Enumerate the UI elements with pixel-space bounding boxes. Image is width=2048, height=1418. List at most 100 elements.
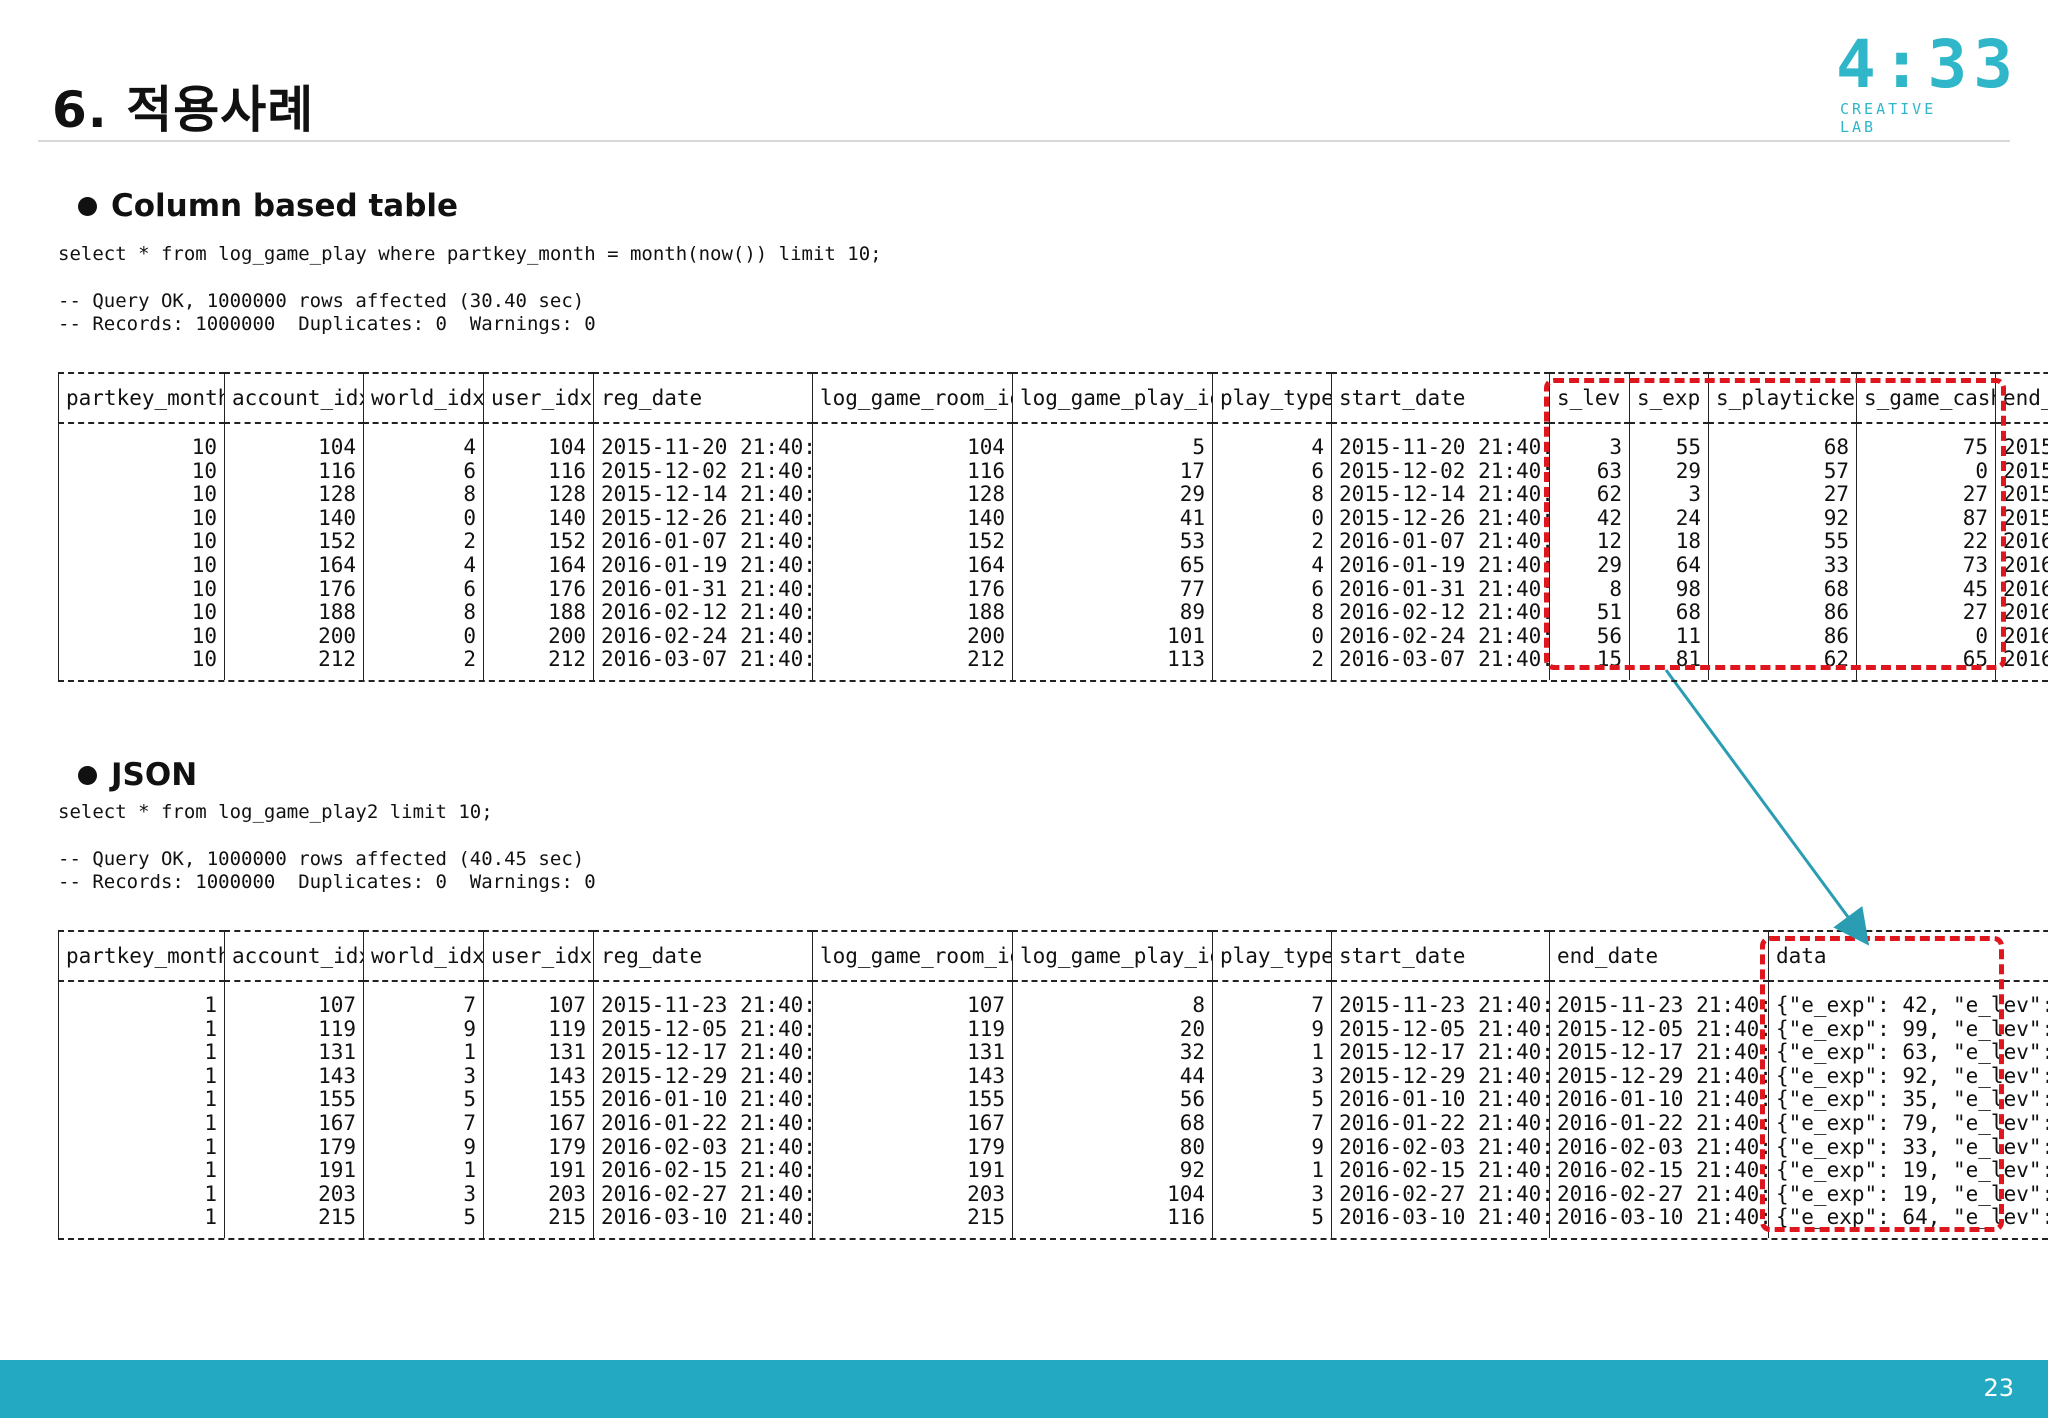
table-cell: 179 (224, 1135, 364, 1160)
table-cell: 8 (1212, 483, 1332, 507)
company-logo: 4:33 CREATIVE LAB (1836, 32, 2013, 137)
table-cell: 2016-03-10 21:40:58 (593, 1206, 813, 1238)
footer-bar: 23 (0, 1360, 2048, 1418)
table-cell: 2016-01-31 21:40:58 (593, 577, 813, 602)
table-cell: 2 (1212, 530, 1332, 554)
table-cell: 1 (58, 1088, 225, 1112)
highlight-box-json (1760, 936, 2004, 1232)
table-cell: 2015-11-23 21:40:58 (593, 981, 813, 1018)
bullet-dot (78, 765, 97, 785)
table-cell: 179 (812, 1135, 1013, 1160)
table-cell: 107 (483, 981, 594, 1018)
section1-query: select * from log_game_play where partke… (58, 243, 882, 265)
table-cell: 128 (812, 483, 1013, 507)
table-cell: 128 (483, 483, 594, 507)
table-cell: 131 (483, 1041, 594, 1065)
table-cell: 1 (58, 1135, 225, 1160)
table-cell: 203 (483, 1182, 594, 1207)
table-cell: 2016-02-03 21:40:58 (593, 1135, 813, 1160)
slide-title: 6. 적용사례 (52, 81, 315, 139)
table-cell: 6 (1212, 577, 1332, 602)
table-cell: 2016-03-07 21:40:58 (593, 648, 813, 680)
table-cell: 44 (1012, 1064, 1213, 1089)
section2-query: select * from log_game_play2 limit 10; (58, 801, 493, 823)
table-cell: 2016-02-12 21:40:58 (1331, 601, 1550, 625)
table-cell: 2016-02-03 21:40:58 (1549, 1135, 1769, 1160)
table-cell: 5 (1212, 1206, 1332, 1238)
table-cell: 2015-12-14 21:40:58 (1331, 483, 1550, 507)
table-cell: 20 (1012, 1017, 1213, 1042)
table-cell: 2016-02-24 21:40:58 (1331, 624, 1550, 649)
table-cell: 107 (812, 981, 1013, 1018)
table-cell: 77 (1012, 577, 1213, 602)
table-cell: 5 (363, 1088, 484, 1112)
table-cell: 2015-12-26 21:40:58 (1331, 506, 1550, 531)
table-cell: 191 (812, 1159, 1013, 1183)
table-cell: 3 (363, 1182, 484, 1207)
table-cell: 140 (812, 506, 1013, 531)
table-cell: 128 (224, 483, 364, 507)
table-cell: 188 (483, 601, 594, 625)
table-cell: 104 (483, 423, 594, 460)
table-cell: 2 (1212, 648, 1332, 680)
table-cell: 10 (58, 553, 225, 578)
table-cell: 2015-12-17 21:40:58 (1331, 1041, 1550, 1065)
table-row: 121552152016-03-10 21:40:5821511652016-0… (58, 1206, 2048, 1238)
table-cell: 2016-02-24 21:40:58 (593, 624, 813, 649)
column-header: account_idx (224, 931, 364, 981)
column-header: account_idx (224, 373, 364, 423)
table-row: 119111912016-02-15 21:40:581919212016-02… (58, 1159, 2048, 1183)
column-header: user_idx (483, 373, 594, 423)
table-row: 117991792016-02-03 21:40:581798092016-02… (58, 1135, 2048, 1160)
table-cell: 167 (224, 1111, 364, 1136)
table-cell: 212 (483, 648, 594, 680)
table-cell: 10 (58, 459, 225, 484)
table-cell: 2016-02-27 21:40:58 (593, 1182, 813, 1207)
table-cell: 2015-12-05 21:40:58 (593, 1017, 813, 1042)
table-row: 116771672016-01-22 21:40:581676872016-01… (58, 1111, 2048, 1136)
table-row: 114331432015-12-29 21:40:581434432015-12… (58, 1064, 2048, 1089)
table-cell: 1 (58, 1041, 225, 1065)
table-cell: 164 (483, 553, 594, 578)
table-cell: 7 (363, 1111, 484, 1136)
table-cell: 9 (363, 1135, 484, 1160)
table-cell: 212 (812, 648, 1013, 680)
table-cell: 2016-03-07 21:40:58 (1331, 648, 1550, 680)
table-cell: 56 (1012, 1088, 1213, 1112)
table-cell: 2015-12-02 21:40:58 (1331, 459, 1550, 484)
table-cell: 2016-01-19 21:40:58 (593, 553, 813, 578)
table-cell: 152 (483, 530, 594, 554)
section1-heading: Column based table (78, 188, 458, 224)
table-cell: 9 (1212, 1135, 1332, 1160)
table-cell: 2016-01-19 21:40:58 (1331, 553, 1550, 578)
table-cell: 215 (812, 1206, 1013, 1238)
table-cell: 2 (363, 648, 484, 680)
table-cell: 1 (1212, 1041, 1332, 1065)
column-header: log_game_play_idx (1012, 931, 1213, 981)
table-cell: 2016-01-22 21:40:58 (593, 1111, 813, 1136)
table-cell: 9 (1212, 1017, 1332, 1042)
table-cell: 7 (1212, 981, 1332, 1018)
table-cell: 2015-11-20 21:40:58 (593, 423, 813, 460)
section1-result-line1: -- Query OK, 1000000 rows affected (30.4… (58, 290, 585, 312)
table-cell: 200 (224, 624, 364, 649)
column-header: play_type (1212, 931, 1332, 981)
table-cell: 104 (224, 423, 364, 460)
table-cell: 215 (224, 1206, 364, 1238)
table-cell: 107 (224, 981, 364, 1018)
table-cell: 68 (1012, 1111, 1213, 1136)
table-row: 111991192015-12-05 21:40:581192092015-12… (58, 1017, 2048, 1042)
table-cell: 2016-02-15 21:40:58 (1331, 1159, 1550, 1183)
table-cell: 5 (1012, 423, 1213, 460)
table-cell: 116 (483, 459, 594, 484)
table-cell: 3 (363, 1064, 484, 1089)
table-cell: 7 (1212, 1111, 1332, 1136)
table-cell: 8 (363, 483, 484, 507)
table-cell: 2016-01-22 21:40:58 (1549, 1111, 1769, 1136)
table-cell: 2016-01-07 21:40:58 (1331, 530, 1550, 554)
table-cell: 2015-11-23 21:40:58 (1549, 981, 1769, 1018)
table-cell: 119 (483, 1017, 594, 1042)
table-cell: 10 (58, 577, 225, 602)
table-cell: 152 (812, 530, 1013, 554)
table-cell: 104 (1012, 1182, 1213, 1207)
